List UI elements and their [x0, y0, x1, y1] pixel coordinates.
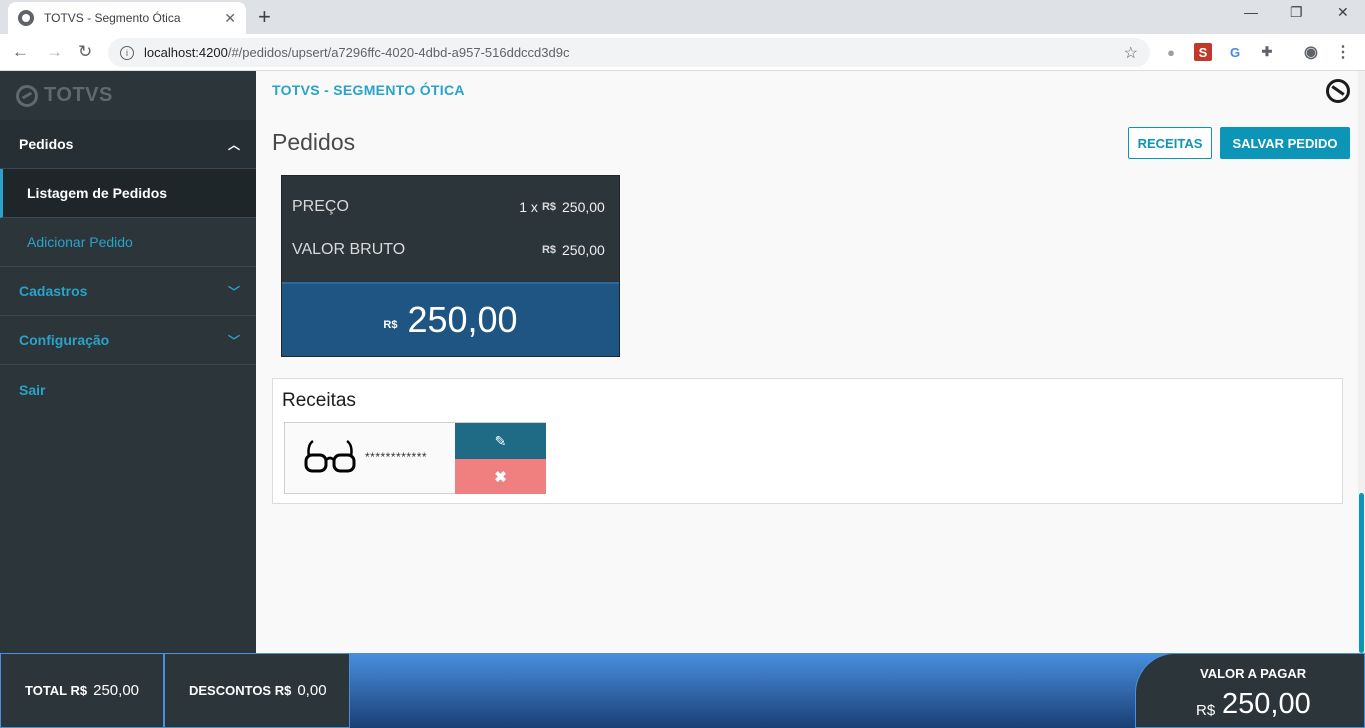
- receitas-title: Receitas: [282, 390, 356, 411]
- receita-card: ************ ✎ ✖: [284, 422, 546, 494]
- currency-label: R$: [383, 319, 398, 331]
- sidebar-item-sair[interactable]: Sair: [0, 365, 256, 414]
- chevron-down-icon: ﹀: [227, 284, 240, 299]
- sidebar-item-cadastros[interactable]: Cadastros ﹀: [0, 267, 256, 316]
- close-icon: ✖: [494, 468, 507, 486]
- browser-menu-icon[interactable]: ⋮: [1334, 43, 1352, 61]
- new-tab-icon[interactable]: +: [258, 4, 271, 30]
- price-total-value: 250,00: [407, 299, 518, 340]
- chevron-up-icon: ︿: [227, 137, 240, 152]
- totvs-logo-icon: [16, 84, 38, 107]
- scrollbar[interactable]: [1358, 71, 1365, 653]
- sidebar: TOTVS Pedidos ︿ Listagem de Pedidos Adic…: [0, 71, 256, 653]
- back-icon[interactable]: ←: [12, 42, 29, 62]
- preco-qty: 1 x: [519, 199, 538, 215]
- totvs-icon[interactable]: [1326, 79, 1350, 103]
- currency-label: R$: [541, 201, 556, 213]
- valor-a-pagar-value: 250,00: [1222, 688, 1311, 720]
- address-bar: ← → ↻ i localhost:4200/#/pedidos/upsert/…: [0, 34, 1365, 71]
- tab-title: TOTVS - Segmento Ótica: [44, 11, 181, 25]
- glasses-icon: [304, 439, 356, 473]
- sidebar-item-pedidos[interactable]: Pedidos ︿: [0, 120, 256, 169]
- receita-masked-value: ************: [365, 450, 428, 464]
- main-content: TOTVS - SEGMENTO ÓTICA Pedidos RECEITAS …: [256, 71, 1358, 653]
- reload-icon[interactable]: ↻: [78, 42, 92, 62]
- totvs-logo: TOTVS: [0, 71, 256, 120]
- brand-title: TOTVS - SEGMENTO ÓTICA: [272, 82, 465, 98]
- browser-tabbar: TOTVS - Segmento Ótica ✕ + — ❐ ✕: [0, 0, 1365, 34]
- footer-total-value: 250,00: [93, 682, 140, 699]
- sidebar-item-adicionar-pedido[interactable]: Adicionar Pedido: [0, 218, 256, 267]
- edit-icon: ✎: [494, 432, 507, 449]
- url-input[interactable]: i localhost:4200/#/pedidos/upsert/a7296f…: [108, 38, 1150, 67]
- extensions-puzzle-icon[interactable]: ✚: [1258, 43, 1276, 61]
- globe-icon: [18, 10, 34, 26]
- extension-s-icon[interactable]: S: [1194, 43, 1212, 61]
- chevron-down-icon: ﹀: [227, 333, 240, 348]
- scrollbar-thumb[interactable]: [1359, 493, 1364, 653]
- delete-receita-button[interactable]: ✖: [455, 459, 546, 494]
- footer-descontos: DESCONTOS R$ 0,00: [164, 653, 350, 728]
- extension-google-icon[interactable]: G: [1226, 43, 1244, 61]
- price-card: PREÇO 1 x R$ 250,00 VALOR BRUTO R$ 250,0…: [281, 175, 620, 357]
- forward-icon[interactable]: →: [46, 42, 63, 62]
- restore-icon[interactable]: ❐: [1290, 4, 1303, 21]
- currency-label: R$: [541, 244, 556, 256]
- price-total: R$ 250,00: [282, 282, 619, 356]
- sidebar-item-configuracao[interactable]: Configuração ﹀: [0, 316, 256, 365]
- close-tab-icon[interactable]: ✕: [224, 10, 236, 27]
- footer-valor-a-pagar: VALOR A PAGAR R$ 250,00: [1135, 653, 1365, 728]
- minimize-icon[interactable]: —: [1244, 4, 1258, 20]
- browser-tab[interactable]: TOTVS - Segmento Ótica ✕: [8, 2, 246, 34]
- footer-total: TOTAL R$ 250,00: [0, 653, 164, 728]
- receitas-panel: Receitas ************ ✎ ✖: [272, 378, 1343, 504]
- receitas-button[interactable]: RECEITAS: [1128, 127, 1212, 159]
- info-icon[interactable]: i: [120, 45, 134, 60]
- sidebar-item-listagem-pedidos[interactable]: Listagem de Pedidos: [0, 169, 256, 218]
- save-order-button[interactable]: SALVAR PEDIDO: [1220, 127, 1350, 159]
- page-title: Pedidos: [272, 129, 356, 155]
- profile-icon[interactable]: ◉: [1302, 43, 1320, 61]
- url-path: /#/pedidos/upsert/a7296ffc-4020-4dbd-a95…: [227, 45, 570, 60]
- extension-bubble-icon[interactable]: ●: [1162, 43, 1180, 61]
- footer-bar: TOTAL R$ 250,00 DESCONTOS R$ 0,00 VALOR …: [0, 653, 1365, 728]
- preco-value: 250,00: [562, 199, 605, 215]
- valor-bruto-row: VALOR BRUTO R$ 250,00: [292, 241, 612, 259]
- window-close-icon[interactable]: ✕: [1337, 4, 1349, 21]
- edit-receita-button[interactable]: ✎: [455, 423, 546, 459]
- preco-row: PREÇO 1 x R$ 250,00: [292, 198, 612, 216]
- url-host: localhost:4200: [144, 45, 228, 60]
- bookmark-star-icon[interactable]: ☆: [1124, 43, 1138, 63]
- footer-descontos-value: 0,00: [297, 682, 327, 699]
- valor-bruto-value: 250,00: [562, 242, 605, 258]
